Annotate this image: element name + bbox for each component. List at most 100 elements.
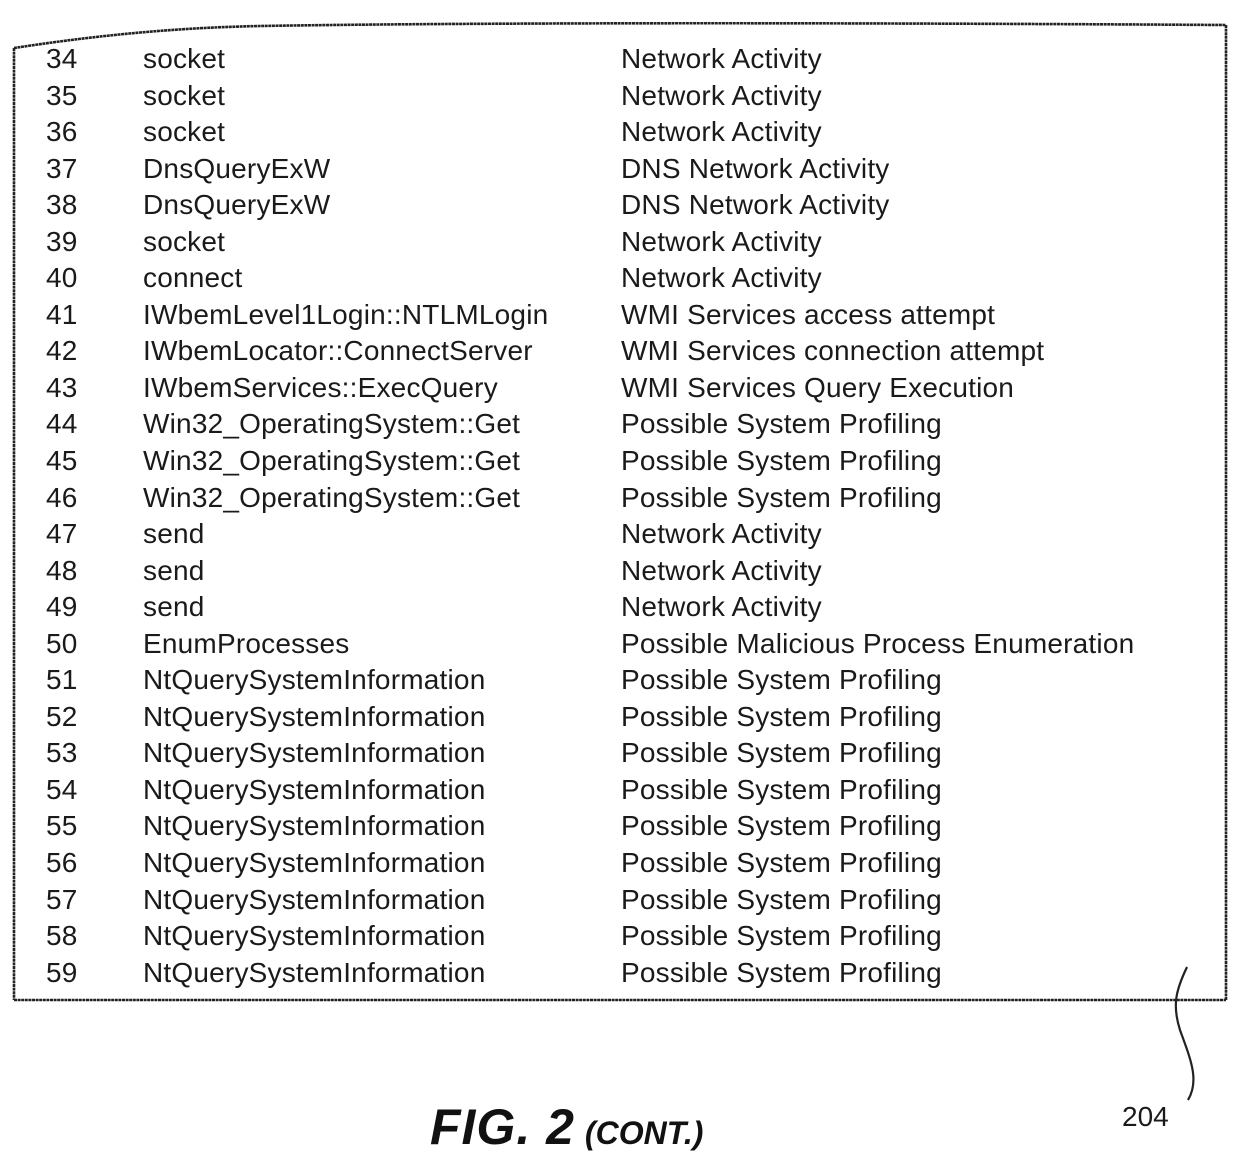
table-row: 43 IWbemServices::ExecQuery WMI Services Q… [0,370,1240,407]
table-row: 56 NtQuerySystemInformation Possible Syste… [0,845,1240,882]
activity-description: Possible System Profiling [621,920,942,952]
table-row: 59 NtQuerySystemInformation Possible Syste… [0,955,1240,992]
api-call-name: IWbemServices::ExecQuery [143,371,498,403]
activity-description: Network Activity [621,262,822,294]
row-index: 59 [46,956,78,988]
figure-title: FIG. 2 [430,1099,575,1155]
activity-description: WMI Services access attempt [621,298,996,330]
row-index: 58 [46,920,78,952]
api-call-name: NtQuerySystemInformation [143,920,486,952]
activity-description: Possible System Profiling [621,700,942,732]
activity-description: DNS Network Activity [621,189,890,221]
activity-description: Possible System Profiling [621,408,942,440]
activity-description: Network Activity [621,79,822,111]
api-call-name: socket [143,43,226,74]
table-row: 57 NtQuerySystemInformation Possible Syste… [0,882,1240,919]
row-index: 47 [46,518,78,550]
row-index: 57 [46,883,78,915]
activity-description: Network Activity [621,591,822,623]
table-row: 48 send Network Activity [0,553,1240,590]
row-index: 44 [46,408,78,440]
table-row: 55 NtQuerySystemInformation Possible Syste… [0,808,1240,845]
row-index: 36 [46,116,78,148]
api-call-name: Win32_OperatingSystem::Get [143,445,521,477]
api-call-name: socket [143,79,226,111]
activity-description: WMI Services connection attempt [621,335,1045,367]
table-row: 51 NtQuerySystemInformation Possible Syste… [0,662,1240,699]
activity-description: Network Activity [621,225,822,257]
activity-description: DNS Network Activity [621,152,890,184]
activity-description: Possible System Profiling [621,664,942,696]
table-row: 50 EnumProcesses Possible Malicious Proces… [0,626,1240,663]
table-row: 58 NtQuerySystemInformation Possible Syste… [0,918,1240,955]
row-index: 46 [46,481,78,513]
row-index: 48 [46,554,78,586]
activity-description: Possible System Profiling [621,883,942,915]
activity-description: Possible System Profiling [621,810,942,842]
table-row: 49 send Network Activity [0,589,1240,626]
table-row: 45 Win32_OperatingSystem::Get Possible Sys… [0,443,1240,480]
api-call-name: DnsQueryExW [143,152,331,184]
activity-description: Possible System Profiling [621,737,942,769]
table-row: 37 DnsQueryExW DNS Network Activity [0,151,1240,188]
api-call-name: NtQuerySystemInformation [143,810,486,842]
row-index: 38 [46,189,78,221]
row-index: 40 [46,262,78,294]
figure-caption: FIG. 2 (CONT.) [430,1098,703,1156]
api-call-name: socket [143,116,226,148]
activity-description: Possible Malicious Process Enumeration [621,627,1135,659]
api-call-name: EnumProcesses [143,627,350,659]
api-call-name: Win32_OperatingSystem::Get [143,408,521,440]
api-call-name: connect [143,262,243,294]
table-row: 52 NtQuerySystemInformation Possible Syste… [0,699,1240,736]
table-row: 44 Win32_OperatingSystem::Get Possible Sys… [0,406,1240,443]
table-row: 40 connect Network Activity [0,260,1240,297]
activity-description: Network Activity [621,554,822,586]
row-index: 52 [46,700,78,732]
row-index: 56 [46,847,78,879]
row-index: 43 [46,371,78,403]
api-call-name: IWbemLevel1Login::NTLMLogin [143,298,549,330]
api-call-name: IWbemLocator::ConnectServer [143,335,533,367]
table-row: 35 socket Network Activity [0,78,1240,115]
activity-description: Network Activity [621,43,822,74]
table-row: 46 Win32_OperatingSystem::Get Possible Sys… [0,480,1240,517]
api-call-name: DnsQueryExW [143,189,331,221]
api-call-name: send [143,554,205,586]
api-call-name: socket [143,225,226,257]
api-call-name: NtQuerySystemInformation [143,956,486,988]
table-row: 47 send Network Activity [0,516,1240,553]
api-call-name: Win32_OperatingSystem::Get [143,481,521,513]
row-index: 42 [46,335,78,367]
activity-description: Possible System Profiling [621,956,942,988]
table-row: 39 socket Network Activity [0,224,1240,261]
activity-description: Possible System Profiling [621,847,942,879]
table-row: 34 socket Network Activity [0,41,1240,78]
api-call-name: send [143,518,205,550]
table-row: 54 NtQuerySystemInformation Possible Syste… [0,772,1240,809]
row-index: 54 [46,773,78,805]
row-index: 41 [46,298,78,330]
row-index: 49 [46,591,78,623]
activity-description: Possible System Profiling [621,445,942,477]
activity-description: WMI Services Query Execution [621,371,1015,403]
api-call-name: NtQuerySystemInformation [143,737,486,769]
figure-continuation: (CONT.) [584,1115,704,1151]
api-call-name: send [143,591,205,623]
activity-description: Possible System Profiling [621,481,942,513]
row-index: 35 [46,79,78,111]
row-index: 45 [46,445,78,477]
api-call-name: NtQuerySystemInformation [143,664,486,696]
activity-description: Network Activity [621,116,822,148]
row-index: 34 [46,43,78,74]
api-call-name: NtQuerySystemInformation [143,773,486,805]
api-call-name: NtQuerySystemInformation [143,700,486,732]
row-index: 51 [46,664,78,696]
api-call-name: NtQuerySystemInformation [143,883,486,915]
activity-description: Possible System Profiling [621,773,942,805]
table-row: 36 socket Network Activity [0,114,1240,151]
api-call-table: 34 socket Network Activity 35 socket Network … [0,41,1240,991]
api-call-name: NtQuerySystemInformation [143,847,486,879]
table-row: 42 IWbemLocator::ConnectServer WMI Service… [0,333,1240,370]
row-index: 55 [46,810,78,842]
